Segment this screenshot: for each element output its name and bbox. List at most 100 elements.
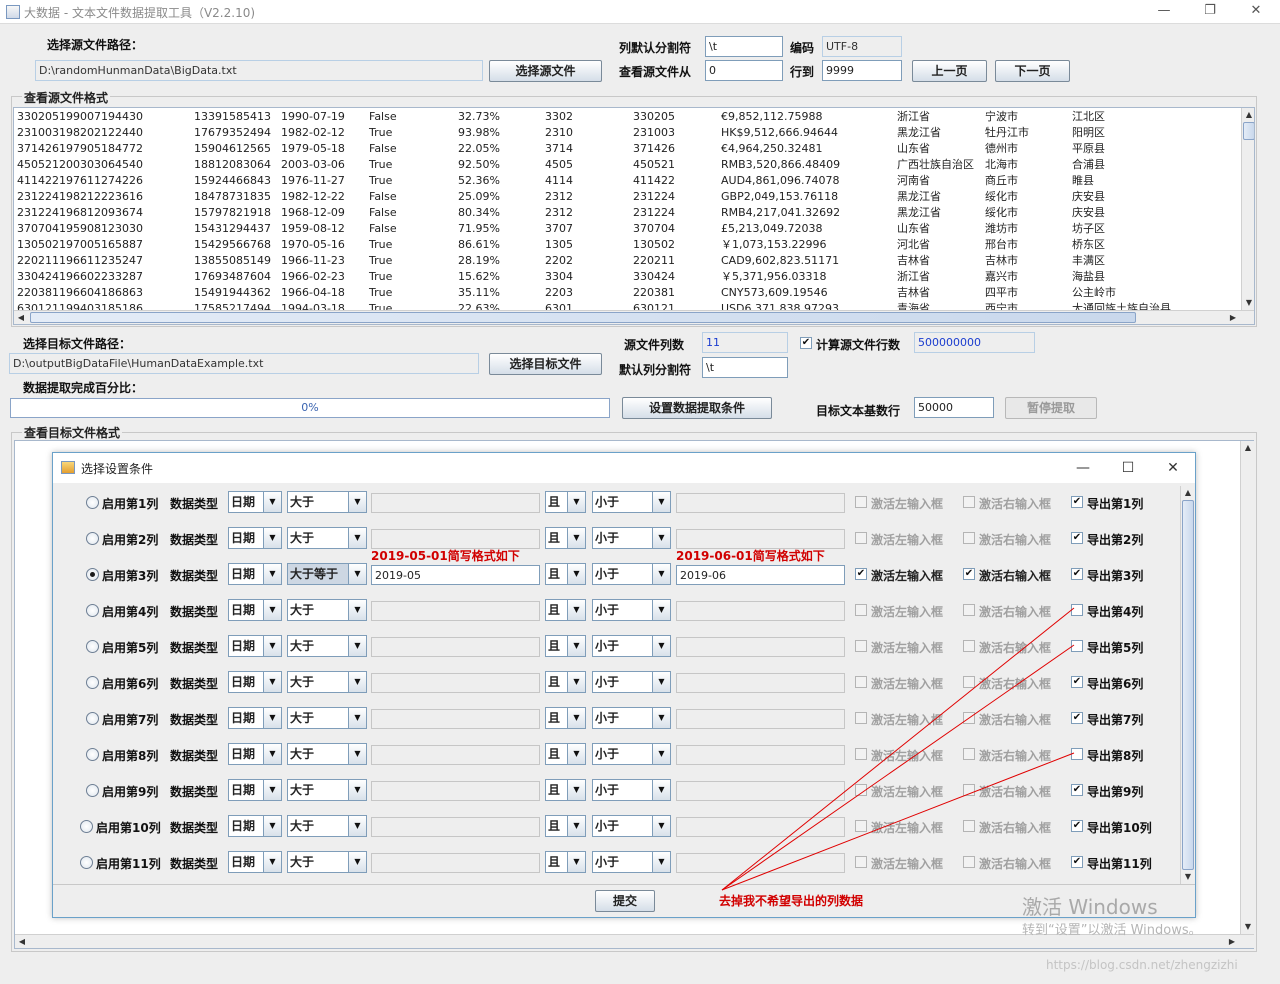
export-column-checkbox[interactable]: ✔	[1071, 532, 1083, 544]
chevron-down-icon[interactable]: ▼	[567, 816, 585, 836]
activate-left-checkbox[interactable]	[855, 640, 867, 652]
view-from-input[interactable]: 0	[705, 60, 783, 81]
scroll-up-icon[interactable]: ▲	[1241, 441, 1255, 455]
left-operator-select[interactable]: 大于 ▼	[287, 815, 367, 837]
chevron-down-icon[interactable]: ▼	[348, 852, 366, 872]
chevron-down-icon[interactable]: ▼	[263, 636, 281, 656]
right-operator-select[interactable]: 小于 ▼	[592, 527, 671, 549]
left-value-input[interactable]	[371, 709, 540, 729]
chevron-down-icon[interactable]: ▼	[348, 672, 366, 692]
left-value-input[interactable]	[371, 745, 540, 765]
restore-icon[interactable]: ❐	[1187, 0, 1233, 24]
chevron-down-icon[interactable]: ▼	[567, 708, 585, 728]
target-vertical-scrollbar[interactable]: ▲ ▼	[1240, 441, 1254, 934]
data-type-select[interactable]: 日期 ▼	[228, 563, 282, 585]
chevron-down-icon[interactable]: ▼	[263, 852, 281, 872]
chevron-down-icon[interactable]: ▼	[348, 780, 366, 800]
logic-and-select[interactable]: 且 ▼	[545, 527, 586, 549]
enable-column-radio[interactable]	[86, 604, 99, 617]
right-operator-select[interactable]: 小于 ▼	[592, 635, 671, 657]
right-value-input[interactable]	[676, 493, 845, 513]
logic-and-select[interactable]: 且 ▼	[545, 707, 586, 729]
chevron-down-icon[interactable]: ▼	[348, 636, 366, 656]
right-operator-select[interactable]: 小于 ▼	[592, 815, 671, 837]
enable-column-radio[interactable]	[86, 784, 99, 797]
activate-left-checkbox[interactable]	[855, 676, 867, 688]
chevron-down-icon[interactable]: ▼	[263, 672, 281, 692]
scroll-thumb[interactable]	[1243, 122, 1254, 140]
prev-page-button[interactable]: 上一页	[912, 60, 987, 82]
export-column-checkbox[interactable]: ✔	[1071, 496, 1083, 508]
left-value-input[interactable]	[371, 529, 540, 549]
choose-source-button[interactable]: 选择源文件	[489, 60, 602, 82]
logic-and-select[interactable]: 且 ▼	[545, 851, 586, 873]
chevron-down-icon[interactable]: ▼	[263, 744, 281, 764]
chevron-down-icon[interactable]: ▼	[652, 816, 670, 836]
dialog-maximize-icon[interactable]: ☐	[1105, 455, 1151, 481]
left-value-input[interactable]	[371, 493, 540, 513]
enable-column-radio[interactable]	[86, 676, 99, 689]
right-operator-select[interactable]: 小于 ▼	[592, 743, 671, 765]
activate-right-checkbox[interactable]	[963, 496, 975, 508]
left-operator-select[interactable]: 大于等于 ▼	[287, 563, 367, 585]
logic-and-select[interactable]: 且 ▼	[545, 815, 586, 837]
activate-left-checkbox[interactable]	[855, 748, 867, 760]
activate-right-checkbox[interactable]	[963, 640, 975, 652]
right-value-input[interactable]	[676, 853, 845, 873]
left-value-input[interactable]	[371, 637, 540, 657]
right-operator-select[interactable]: 小于 ▼	[592, 491, 671, 513]
data-type-select[interactable]: 日期 ▼	[228, 599, 282, 621]
source-path-field[interactable]: D:\randomHunmanData\BigData.txt	[35, 60, 483, 81]
activate-left-checkbox[interactable]	[855, 604, 867, 616]
activate-right-checkbox[interactable]	[963, 604, 975, 616]
data-type-select[interactable]: 日期 ▼	[228, 743, 282, 765]
activate-right-checkbox[interactable]: ✔	[963, 568, 975, 580]
chevron-down-icon[interactable]: ▼	[567, 564, 585, 584]
pause-extract-button[interactable]: 暂停提取	[1005, 397, 1097, 419]
chevron-down-icon[interactable]: ▼	[652, 600, 670, 620]
left-operator-select[interactable]: 大于 ▼	[287, 779, 367, 801]
activate-right-checkbox[interactable]	[963, 784, 975, 796]
right-operator-select[interactable]: 小于 ▼	[592, 851, 671, 873]
export-column-checkbox[interactable]	[1071, 748, 1083, 760]
choose-target-button[interactable]: 选择目标文件	[489, 353, 602, 375]
chevron-down-icon[interactable]: ▼	[567, 492, 585, 512]
chevron-down-icon[interactable]: ▼	[652, 852, 670, 872]
left-value-input[interactable]	[371, 673, 540, 693]
activate-left-checkbox[interactable]	[855, 532, 867, 544]
chevron-down-icon[interactable]: ▼	[348, 744, 366, 764]
logic-and-select[interactable]: 且 ▼	[545, 671, 586, 693]
data-type-select[interactable]: 日期 ▼	[228, 635, 282, 657]
left-operator-select[interactable]: 大于 ▼	[287, 527, 367, 549]
chevron-down-icon[interactable]: ▼	[567, 672, 585, 692]
to-row-input[interactable]: 9999	[822, 60, 902, 81]
export-column-checkbox[interactable]: ✔	[1071, 676, 1083, 688]
default-delimiter-input[interactable]: \t	[702, 357, 788, 378]
chevron-down-icon[interactable]: ▼	[652, 564, 670, 584]
logic-and-select[interactable]: 且 ▼	[545, 563, 586, 585]
base-rows-input[interactable]: 50000	[914, 397, 994, 418]
dialog-close-icon[interactable]: ✕	[1150, 455, 1196, 481]
export-column-checkbox[interactable]	[1071, 604, 1083, 616]
right-operator-select[interactable]: 小于 ▼	[592, 671, 671, 693]
scroll-up-icon[interactable]: ▲	[1242, 108, 1254, 122]
left-value-input[interactable]	[371, 817, 540, 837]
scroll-left-icon[interactable]: ◀	[15, 935, 29, 949]
activate-left-checkbox[interactable]	[855, 496, 867, 508]
activate-right-checkbox[interactable]	[963, 676, 975, 688]
right-value-input[interactable]	[676, 745, 845, 765]
export-column-checkbox[interactable]: ✔	[1071, 712, 1083, 724]
calc-rows-checkbox[interactable]: ✔	[800, 337, 812, 349]
data-type-select[interactable]: 日期 ▼	[228, 491, 282, 513]
data-type-select[interactable]: 日期 ▼	[228, 527, 282, 549]
chevron-down-icon[interactable]: ▼	[652, 672, 670, 692]
right-value-input[interactable]: 2019-06	[676, 565, 845, 585]
scroll-right-icon[interactable]: ▶	[1225, 935, 1239, 949]
left-value-input[interactable]	[371, 853, 540, 873]
chevron-down-icon[interactable]: ▼	[567, 744, 585, 764]
chevron-down-icon[interactable]: ▼	[348, 600, 366, 620]
source-horizontal-scrollbar[interactable]: ◀ ▶	[14, 310, 1254, 324]
data-type-select[interactable]: 日期 ▼	[228, 815, 282, 837]
left-operator-select[interactable]: 大于 ▼	[287, 671, 367, 693]
right-value-input[interactable]	[676, 709, 845, 729]
